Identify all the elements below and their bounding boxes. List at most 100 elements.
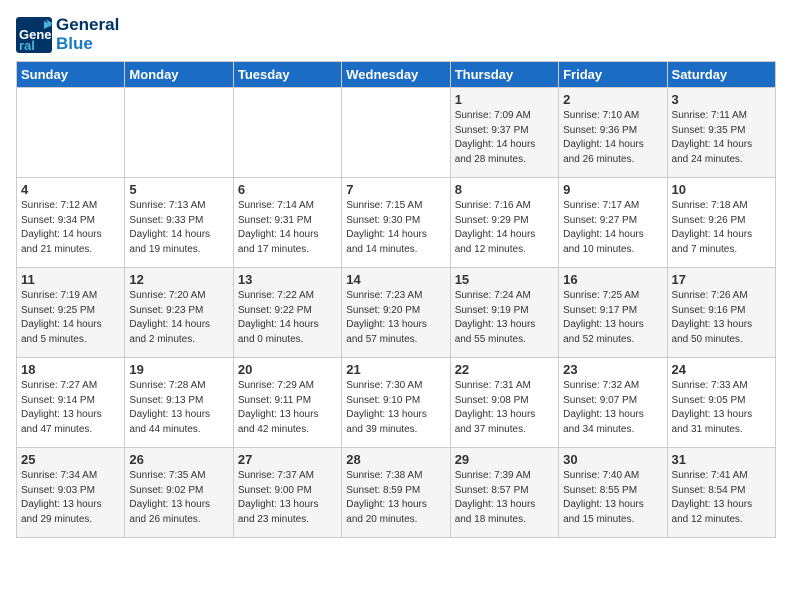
calendar-cell: 13Sunrise: 7:22 AM Sunset: 9:22 PM Dayli… [233, 268, 341, 358]
calendar-cell: 4 Sunrise: 7:12 AM Sunset: 9:34 PM Daylig… [17, 178, 125, 268]
cell-content: Sunrise: 7:09 AM Sunset: 9:37 PM Dayligh… [455, 109, 554, 167]
day-number: 31 [672, 452, 771, 467]
cell-content: Sunrise: 7:26 AM Sunset: 9:16 PM Dayligh… [672, 289, 771, 347]
day-number: 15 [455, 272, 554, 287]
weekday-header: Tuesday [233, 62, 341, 88]
cell-content: Sunrise: 7:39 AM Sunset: 8:57 PM Dayligh… [455, 469, 554, 527]
calendar-cell: 3 Sunrise: 7:11 AM Sunset: 9:35 PM Daylig… [667, 88, 775, 178]
calendar-cell [233, 88, 341, 178]
cell-content: Sunrise: 7:15 AM Sunset: 9:30 PM Dayligh… [346, 199, 445, 257]
cell-content: Sunrise: 7:32 AM Sunset: 9:07 PM Dayligh… [563, 379, 662, 437]
day-number: 17 [672, 272, 771, 287]
day-number: 14 [346, 272, 445, 287]
cell-content: Sunrise: 7:12 AM Sunset: 9:34 PM Dayligh… [21, 199, 120, 257]
cell-content: Sunrise: 7:20 AM Sunset: 9:23 PM Dayligh… [129, 289, 228, 347]
calendar-cell: 19 Sunrise: 7:28 AM Sunset: 9:13 PM Dayli… [125, 358, 233, 448]
day-number: 24 [672, 362, 771, 377]
day-number: 7 [346, 182, 445, 197]
calendar-cell: 25 Sunrise: 7:34 AM Sunset: 9:03 PM Dayli… [17, 448, 125, 538]
logo-icon: Gene ral [16, 17, 52, 53]
logo-line2: Blue [56, 35, 119, 54]
day-number: 30 [563, 452, 662, 467]
calendar-cell: 12 Sunrise: 7:20 AM Sunset: 9:23 PM Dayli… [125, 268, 233, 358]
day-number: 23 [563, 362, 662, 377]
logo-line1: General [56, 16, 119, 35]
logo: Gene ral General Blue [16, 16, 119, 53]
calendar-cell: 24 Sunrise: 7:33 AM Sunset: 9:05 PM Dayli… [667, 358, 775, 448]
calendar-cell: 21 Sunrise: 7:30 AM Sunset: 9:10 PM Dayli… [342, 358, 450, 448]
cell-content: Sunrise: 7:29 AM Sunset: 9:11 PM Dayligh… [238, 379, 337, 437]
day-number: 4 [21, 182, 120, 197]
cell-content: Sunrise: 7:35 AM Sunset: 9:02 PM Dayligh… [129, 469, 228, 527]
calendar-week-row: 11 Sunrise: 7:19 AM Sunset: 9:25 PM Dayli… [17, 268, 776, 358]
calendar-cell: 1 Sunrise: 7:09 AM Sunset: 9:37 PM Daylig… [450, 88, 558, 178]
cell-content: Sunrise: 7:22 AM Sunset: 9:22 PM Dayligh… [238, 289, 337, 347]
day-number: 6 [238, 182, 337, 197]
cell-content: Sunrise: 7:30 AM Sunset: 9:10 PM Dayligh… [346, 379, 445, 437]
calendar-cell: 14 Sunrise: 7:23 AM Sunset: 9:20 PM Dayli… [342, 268, 450, 358]
cell-content: Sunrise: 7:31 AM Sunset: 9:08 PM Dayligh… [455, 379, 554, 437]
calendar-cell: 11 Sunrise: 7:19 AM Sunset: 9:25 PM Dayli… [17, 268, 125, 358]
weekday-header-row: SundayMondayTuesdayWednesdayThursdayFrid… [17, 62, 776, 88]
cell-content: Sunrise: 7:27 AM Sunset: 9:14 PM Dayligh… [21, 379, 120, 437]
cell-content: Sunrise: 7:28 AM Sunset: 9:13 PM Dayligh… [129, 379, 228, 437]
calendar-cell: 9Sunrise: 7:17 AM Sunset: 9:27 PM Daylig… [559, 178, 667, 268]
calendar-cell: 20 Sunrise: 7:29 AM Sunset: 9:11 PM Dayli… [233, 358, 341, 448]
day-number: 11 [21, 272, 120, 287]
calendar-cell: 22 Sunrise: 7:31 AM Sunset: 9:08 PM Dayli… [450, 358, 558, 448]
day-number: 2 [563, 92, 662, 107]
weekday-header: Monday [125, 62, 233, 88]
day-number: 1 [455, 92, 554, 107]
calendar-cell: 29 Sunrise: 7:39 AM Sunset: 8:57 PM Dayli… [450, 448, 558, 538]
calendar-cell [342, 88, 450, 178]
calendar-week-row: 18Sunrise: 7:27 AM Sunset: 9:14 PM Dayli… [17, 358, 776, 448]
calendar-cell: 31 Sunrise: 7:41 AM Sunset: 8:54 PM Dayli… [667, 448, 775, 538]
cell-content: Sunrise: 7:25 AM Sunset: 9:17 PM Dayligh… [563, 289, 662, 347]
cell-content: Sunrise: 7:24 AM Sunset: 9:19 PM Dayligh… [455, 289, 554, 347]
weekday-header: Sunday [17, 62, 125, 88]
calendar-cell: 5Sunrise: 7:13 AM Sunset: 9:33 PM Daylig… [125, 178, 233, 268]
cell-content: Sunrise: 7:37 AM Sunset: 9:00 PM Dayligh… [238, 469, 337, 527]
cell-content: Sunrise: 7:41 AM Sunset: 8:54 PM Dayligh… [672, 469, 771, 527]
cell-content: Sunrise: 7:17 AM Sunset: 9:27 PM Dayligh… [563, 199, 662, 257]
day-number: 22 [455, 362, 554, 377]
cell-content: Sunrise: 7:14 AM Sunset: 9:31 PM Dayligh… [238, 199, 337, 257]
weekday-header: Thursday [450, 62, 558, 88]
calendar-cell: 17 Sunrise: 7:26 AM Sunset: 9:16 PM Dayli… [667, 268, 775, 358]
calendar-cell: 30 Sunrise: 7:40 AM Sunset: 8:55 PM Dayli… [559, 448, 667, 538]
day-number: 25 [21, 452, 120, 467]
cell-content: Sunrise: 7:19 AM Sunset: 9:25 PM Dayligh… [21, 289, 120, 347]
cell-content: Sunrise: 7:16 AM Sunset: 9:29 PM Dayligh… [455, 199, 554, 257]
day-number: 28 [346, 452, 445, 467]
day-number: 16 [563, 272, 662, 287]
day-number: 3 [672, 92, 771, 107]
cell-content: Sunrise: 7:10 AM Sunset: 9:36 PM Dayligh… [563, 109, 662, 167]
cell-content: Sunrise: 7:11 AM Sunset: 9:35 PM Dayligh… [672, 109, 771, 167]
calendar-cell: 18Sunrise: 7:27 AM Sunset: 9:14 PM Dayli… [17, 358, 125, 448]
day-number: 10 [672, 182, 771, 197]
day-number: 19 [129, 362, 228, 377]
cell-content: Sunrise: 7:34 AM Sunset: 9:03 PM Dayligh… [21, 469, 120, 527]
cell-content: Sunrise: 7:13 AM Sunset: 9:33 PM Dayligh… [129, 199, 228, 257]
weekday-header: Saturday [667, 62, 775, 88]
day-number: 29 [455, 452, 554, 467]
cell-content: Sunrise: 7:33 AM Sunset: 9:05 PM Dayligh… [672, 379, 771, 437]
calendar-cell: 8 Sunrise: 7:16 AM Sunset: 9:29 PM Daylig… [450, 178, 558, 268]
weekday-header: Friday [559, 62, 667, 88]
calendar-cell [17, 88, 125, 178]
cell-content: Sunrise: 7:40 AM Sunset: 8:55 PM Dayligh… [563, 469, 662, 527]
day-number: 20 [238, 362, 337, 377]
calendar-cell: 23 Sunrise: 7:32 AM Sunset: 9:07 PM Dayli… [559, 358, 667, 448]
day-number: 27 [238, 452, 337, 467]
calendar-cell: 2 Sunrise: 7:10 AM Sunset: 9:36 PM Daylig… [559, 88, 667, 178]
day-number: 12 [129, 272, 228, 287]
cell-content: Sunrise: 7:18 AM Sunset: 9:26 PM Dayligh… [672, 199, 771, 257]
cell-content: Sunrise: 7:38 AM Sunset: 8:59 PM Dayligh… [346, 469, 445, 527]
calendar-week-row: 25 Sunrise: 7:34 AM Sunset: 9:03 PM Dayli… [17, 448, 776, 538]
day-number: 21 [346, 362, 445, 377]
cell-content: Sunrise: 7:23 AM Sunset: 9:20 PM Dayligh… [346, 289, 445, 347]
page-header: Gene ral General Blue [16, 16, 776, 53]
calendar-cell: 15 Sunrise: 7:24 AM Sunset: 9:19 PM Dayli… [450, 268, 558, 358]
svg-text:ral: ral [19, 38, 35, 53]
day-number: 8 [455, 182, 554, 197]
